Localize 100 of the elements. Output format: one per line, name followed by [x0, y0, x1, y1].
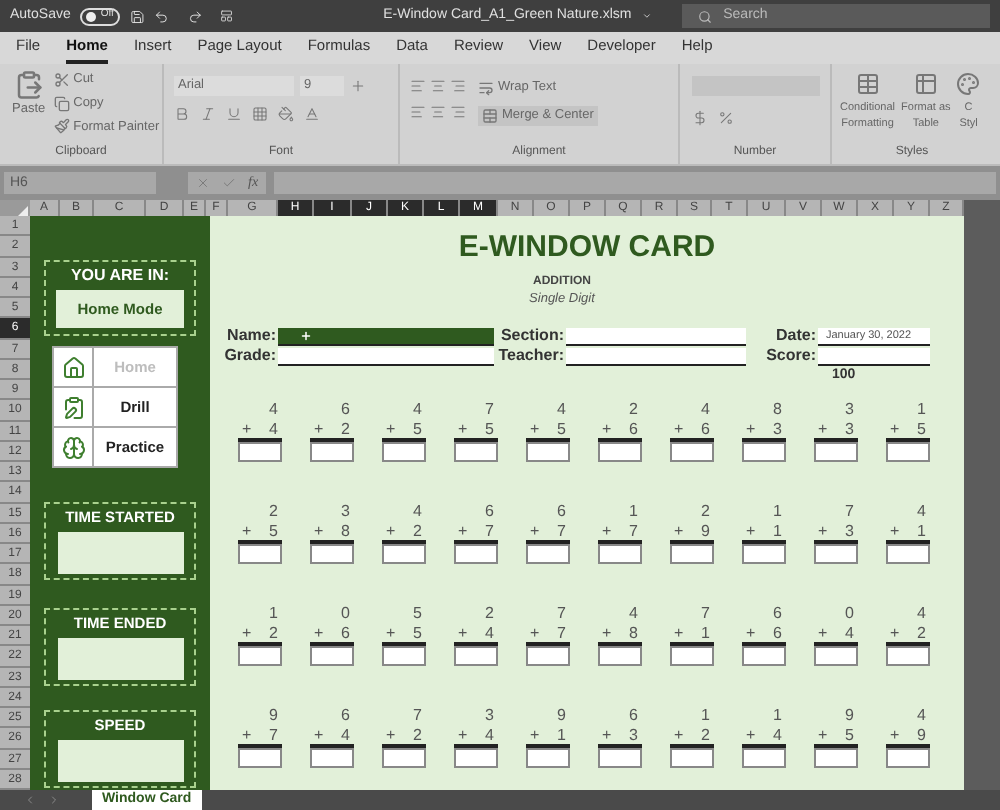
answer-box[interactable]	[670, 543, 714, 563]
addend: 6	[629, 706, 640, 727]
addend: 1	[269, 604, 280, 625]
table-icon	[913, 72, 938, 96]
answer-box[interactable]	[310, 747, 354, 767]
answer-box[interactable]	[598, 441, 642, 461]
redo-icon	[187, 7, 203, 25]
borders-icon	[252, 106, 268, 122]
addend: 4	[701, 400, 712, 421]
answer-box[interactable]	[670, 747, 714, 767]
addend: 8	[773, 400, 784, 421]
field-label: Date:	[773, 326, 818, 346]
answer-box[interactable]	[670, 645, 714, 665]
card-title: E-WINDOW CARD	[458, 232, 716, 264]
formula-input[interactable]	[274, 172, 996, 194]
answer-box[interactable]	[670, 441, 714, 461]
answer-box[interactable]	[598, 747, 642, 767]
answer-box[interactable]	[886, 747, 930, 767]
brain-icon	[61, 435, 85, 459]
align-icon	[430, 78, 446, 94]
addend: 6	[485, 502, 496, 523]
scissors-icon	[53, 71, 70, 88]
answer-box[interactable]	[382, 441, 426, 461]
answer-box[interactable]	[814, 441, 858, 461]
addend: 9	[557, 706, 568, 727]
answer-box[interactable]	[238, 747, 282, 767]
save-icon	[129, 7, 145, 25]
answer-box[interactable]	[526, 543, 570, 563]
clipboard-icon	[13, 70, 44, 100]
answer-box[interactable]	[310, 543, 354, 563]
addend: 1	[917, 400, 928, 421]
answer-box[interactable]	[886, 645, 930, 665]
answer-box[interactable]	[814, 543, 858, 563]
field-label: Score:	[764, 346, 818, 366]
addend: 0	[341, 604, 352, 625]
answer-box[interactable]	[238, 543, 282, 563]
answer-box[interactable]	[238, 645, 282, 665]
addend: 1	[629, 502, 640, 523]
answer-box[interactable]	[310, 441, 354, 461]
addend: 6	[341, 706, 352, 727]
answer-box[interactable]	[742, 543, 786, 563]
input-field[interactable]	[278, 328, 494, 346]
percent-icon	[718, 110, 734, 126]
addend: 6	[557, 502, 568, 523]
addend: 7	[701, 604, 712, 625]
addend: 4	[917, 502, 928, 523]
answer-box[interactable]	[526, 441, 570, 461]
answer-box[interactable]	[598, 543, 642, 563]
wrap-icon	[478, 79, 494, 96]
merge-icon	[482, 107, 498, 124]
align-icon	[450, 78, 466, 94]
addend: 6	[341, 400, 352, 421]
undo-icon	[154, 7, 170, 25]
answer-box[interactable]	[454, 645, 498, 665]
answer-box[interactable]	[382, 543, 426, 563]
fill-color-icon	[278, 106, 294, 122]
answer-box[interactable]	[886, 543, 930, 563]
clipboard-pencil-icon	[61, 395, 85, 419]
addend: 4	[917, 706, 928, 727]
copy-icon	[53, 95, 70, 112]
answer-box[interactable]	[742, 747, 786, 767]
search-icon	[697, 9, 712, 23]
input-field[interactable]	[278, 348, 494, 366]
answer-box[interactable]	[526, 645, 570, 665]
addend: 2	[629, 400, 640, 421]
addend: 2	[701, 502, 712, 523]
addend: 1	[773, 502, 784, 523]
addend: 7	[413, 706, 424, 727]
answer-box[interactable]	[526, 747, 570, 767]
answer-box[interactable]	[382, 747, 426, 767]
field-label: Teacher:	[496, 346, 566, 366]
answer-box[interactable]	[382, 645, 426, 665]
addend: 4	[269, 400, 280, 421]
input-field[interactable]	[566, 328, 746, 346]
answer-box[interactable]	[742, 441, 786, 461]
addend: 3	[845, 400, 856, 421]
addend: 7	[845, 502, 856, 523]
answer-box[interactable]	[886, 441, 930, 461]
grow-font-icon	[350, 78, 366, 94]
cursor-icon	[300, 330, 312, 342]
answer-box[interactable]	[598, 645, 642, 665]
addend: 1	[701, 706, 712, 727]
answer-box[interactable]	[238, 441, 282, 461]
palette-icon	[956, 72, 981, 96]
location-label: YOU ARE IN:	[70, 266, 170, 286]
answer-box[interactable]	[310, 645, 354, 665]
addend: 4	[413, 502, 424, 523]
answer-box[interactable]	[814, 645, 858, 665]
addend: 5	[413, 604, 424, 625]
answer-box[interactable]	[454, 747, 498, 767]
addend: 9	[845, 706, 856, 727]
answer-box[interactable]	[814, 747, 858, 767]
check-icon	[222, 176, 236, 190]
input-field[interactable]	[818, 348, 930, 366]
addend: 3	[341, 502, 352, 523]
answer-box[interactable]	[454, 441, 498, 461]
align-icon	[430, 104, 446, 120]
answer-box[interactable]	[454, 543, 498, 563]
answer-box[interactable]	[742, 645, 786, 665]
input-field[interactable]	[566, 348, 746, 366]
